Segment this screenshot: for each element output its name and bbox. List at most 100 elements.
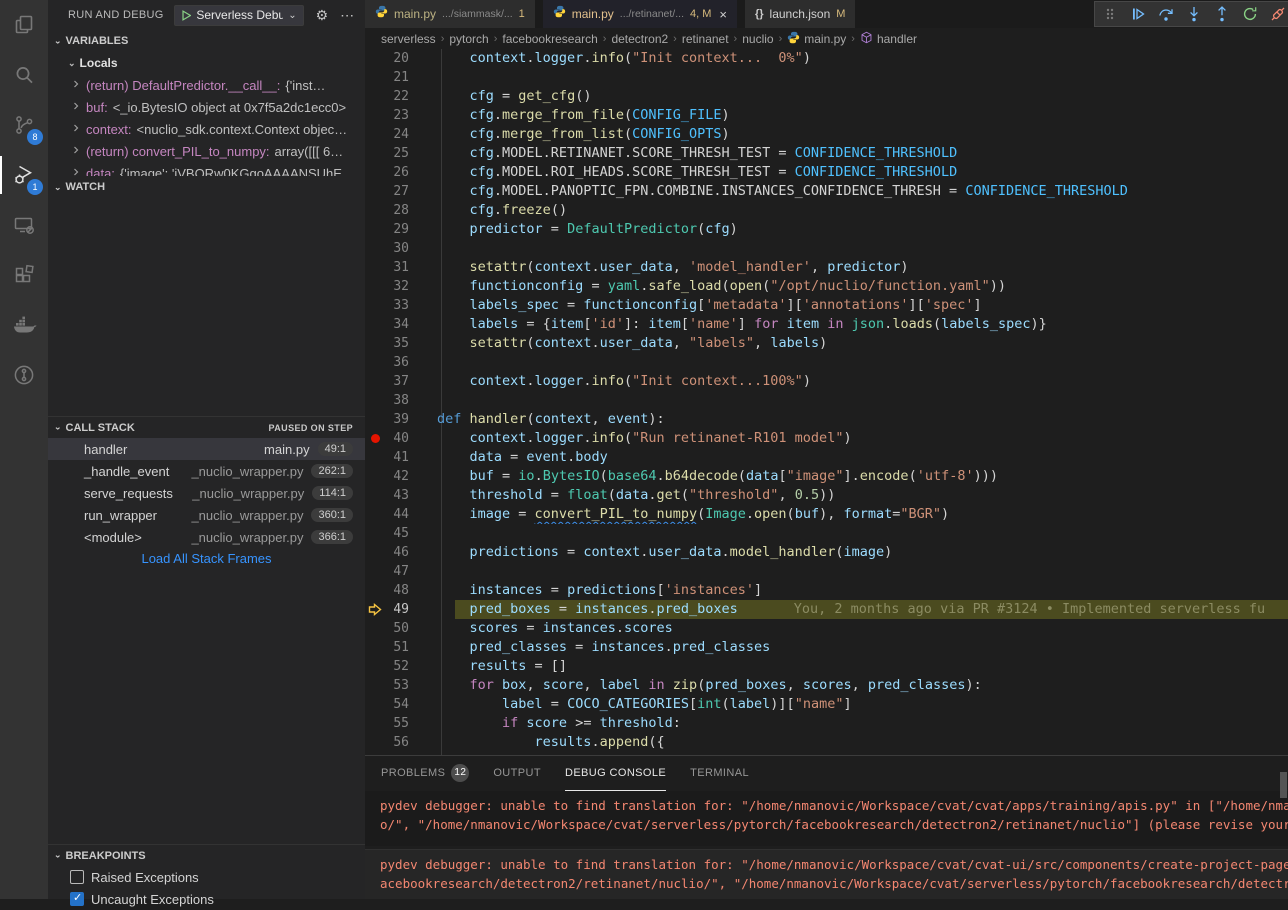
breakpoints-section-header[interactable]: ⌄ BREAKPOINTS xyxy=(48,844,365,866)
code-line[interactable]: 24 cfg.merge_from_list(CONFIG_OPTS) xyxy=(365,125,1288,144)
code-line[interactable]: 28 cfg.freeze() xyxy=(365,201,1288,220)
code-text[interactable] xyxy=(409,562,1288,581)
code-line[interactable]: 21 xyxy=(365,68,1288,87)
code-text[interactable]: image = convert_PIL_to_numpy(Image.open(… xyxy=(409,505,1288,524)
code-text[interactable]: label = COCO_CATEGORIES[int(label)]["nam… xyxy=(409,695,1288,714)
code-line[interactable]: 25 cfg.MODEL.RETINANET.SCORE_THRESH_TEST… xyxy=(365,144,1288,163)
breakpoint-gutter[interactable] xyxy=(365,638,385,657)
stack-frame-row[interactable]: serve_requests_nuclio_wrapper.py114:1 xyxy=(48,482,365,504)
step-into-button[interactable] xyxy=(1185,5,1203,23)
panel-tab-output[interactable]: OUTPUT xyxy=(493,756,541,791)
code-line[interactable]: 47 xyxy=(365,562,1288,581)
disconnect-button[interactable] xyxy=(1269,5,1287,23)
code-text[interactable]: cfg.MODEL.PANOPTIC_FPN.COMBINE.INSTANCES… xyxy=(409,182,1288,201)
continue-button[interactable] xyxy=(1129,5,1147,23)
code-line[interactable]: 23 cfg.merge_from_file(CONFIG_FILE) xyxy=(365,106,1288,125)
code-text[interactable]: setattr(context.user_data, "labels", lab… xyxy=(409,334,1288,353)
editor-tab[interactable]: {}launch.jsonM xyxy=(745,0,855,28)
breakpoint-gutter[interactable] xyxy=(365,562,385,581)
code-line[interactable]: 37 context.logger.info("Init context...1… xyxy=(365,372,1288,391)
code-line[interactable]: 26 cfg.MODEL.ROI_HEADS.SCORE_THRESH_TEST… xyxy=(365,163,1288,182)
code-line[interactable]: 56 results.append({ xyxy=(365,733,1288,752)
code-line[interactable]: 44 image = convert_PIL_to_numpy(Image.op… xyxy=(365,505,1288,524)
code-line[interactable]: 39def handler(context, event): xyxy=(365,410,1288,429)
code-line[interactable]: 36 xyxy=(365,353,1288,372)
code-line[interactable]: 52 results = [] xyxy=(365,657,1288,676)
breakpoint-gutter[interactable] xyxy=(365,391,385,410)
code-text[interactable]: cfg.freeze() xyxy=(409,201,1288,220)
breakpoint-gutter[interactable] xyxy=(365,49,385,68)
breadcrumb-item[interactable]: facebookresearch xyxy=(502,32,597,46)
code-line[interactable]: 51 pred_classes = instances.pred_classes xyxy=(365,638,1288,657)
code-text[interactable]: functionconfig = yaml.safe_load(open("/o… xyxy=(409,277,1288,296)
stack-frame-row[interactable]: <module>_nuclio_wrapper.py366:1 xyxy=(48,526,365,548)
search-icon[interactable] xyxy=(0,50,48,100)
variable-row[interactable]: (return) convert_PIL_to_numpy:array([[[ … xyxy=(48,140,365,162)
code-text[interactable]: threshold = float(data.get("threshold", … xyxy=(409,486,1288,505)
breadcrumb-item[interactable]: pytorch xyxy=(449,32,488,46)
code-line[interactable]: 30 xyxy=(365,239,1288,258)
code-line[interactable]: 38 xyxy=(365,391,1288,410)
code-line[interactable]: 31 setattr(context.user_data, 'model_han… xyxy=(365,258,1288,277)
breakpoint-gutter[interactable] xyxy=(365,695,385,714)
launch-config-dropdown[interactable]: Serverless Debu ⌄ xyxy=(174,5,304,26)
step-over-button[interactable] xyxy=(1157,5,1175,23)
code-text[interactable] xyxy=(409,239,1288,258)
code-text[interactable]: labels_spec = functionconfig['metadata']… xyxy=(409,296,1288,315)
scope-locals[interactable]: ⌄ Locals xyxy=(48,52,365,74)
breakpoint-checkbox[interactable] xyxy=(70,892,84,906)
panel-tab-debug-console[interactable]: DEBUG CONSOLE xyxy=(565,756,666,791)
code-text[interactable]: instances = predictions['instances'] xyxy=(409,581,1288,600)
breakpoint-gutter[interactable] xyxy=(365,125,385,144)
breadcrumb-item[interactable]: main.py xyxy=(787,31,846,47)
breakpoint-gutter[interactable] xyxy=(365,486,385,505)
breakpoint-gutter[interactable] xyxy=(365,315,385,334)
breadcrumb-item[interactable]: detectron2 xyxy=(611,32,668,46)
extensions-icon[interactable] xyxy=(0,250,48,300)
panel-tab-terminal[interactable]: TERMINAL xyxy=(690,756,749,791)
editor-tab[interactable]: main.py.../siammask/...1 xyxy=(365,0,535,28)
variable-row[interactable]: (return) DefaultPredictor.__call__:{'ins… xyxy=(48,74,365,96)
git-graph-icon[interactable] xyxy=(0,350,48,400)
breakpoint-gutter[interactable] xyxy=(365,296,385,315)
stack-frame-row[interactable]: handlermain.py49:1 xyxy=(48,438,365,460)
code-text[interactable]: results.append({ xyxy=(409,733,1288,752)
breadcrumb-item[interactable]: handler xyxy=(860,31,917,47)
code-line[interactable]: 20 context.logger.info("Init context... … xyxy=(365,49,1288,68)
code-line[interactable]: 42 buf = io.BytesIO(base64.b64decode(dat… xyxy=(365,467,1288,486)
code-text[interactable]: for box, score, label in zip(pred_boxes,… xyxy=(409,676,1288,695)
code-text[interactable]: def handler(context, event): xyxy=(409,410,1288,429)
source-control-icon[interactable]: 8 xyxy=(0,100,48,150)
code-line[interactable]: 54 label = COCO_CATEGORIES[int(label)]["… xyxy=(365,695,1288,714)
breakpoint-gutter[interactable] xyxy=(365,410,385,429)
code-text[interactable]: cfg.merge_from_file(CONFIG_FILE) xyxy=(409,106,1288,125)
panel-tab-problems[interactable]: PROBLEMS12 xyxy=(381,756,469,791)
breakpoint-gutter[interactable] xyxy=(365,714,385,733)
code-text[interactable]: buf = io.BytesIO(base64.b64decode(data["… xyxy=(409,467,1288,486)
step-out-button[interactable] xyxy=(1213,5,1231,23)
run-and-debug-icon[interactable]: 1 xyxy=(0,150,48,200)
breakpoint-gutter[interactable] xyxy=(365,467,385,486)
breakpoint-gutter[interactable] xyxy=(365,505,385,524)
code-text[interactable]: pred_classes = instances.pred_classes xyxy=(409,638,1288,657)
code-line[interactable]: 33 labels_spec = functionconfig['metadat… xyxy=(365,296,1288,315)
code-line[interactable]: 34 labels = {item['id']: item['name'] fo… xyxy=(365,315,1288,334)
breakpoint-gutter[interactable] xyxy=(365,258,385,277)
variable-row[interactable]: data:{'image': 'iVBORw0KGgoAAAANSUhE… xyxy=(48,162,365,176)
code-text[interactable]: results = [] xyxy=(409,657,1288,676)
gear-icon[interactable]: ⚙ xyxy=(316,7,329,24)
breakpoint-gutter[interactable] xyxy=(365,581,385,600)
load-all-stack-frames-link[interactable]: Load All Stack Frames xyxy=(48,548,365,570)
variable-row[interactable]: buf:<_io.BytesIO object at 0x7f5a2dc1ecc… xyxy=(48,96,365,118)
breakpoint-gutter[interactable] xyxy=(365,239,385,258)
code-line[interactable]: 29 predictor = DefaultPredictor(cfg) xyxy=(365,220,1288,239)
breakpoint-gutter[interactable] xyxy=(365,619,385,638)
close-icon[interactable]: × xyxy=(719,7,727,22)
breakpoint-gutter[interactable] xyxy=(365,144,385,163)
breakpoint-gutter[interactable] xyxy=(365,353,385,372)
breakpoint-gutter[interactable] xyxy=(365,87,385,106)
call-stack-section-header[interactable]: ⌄ CALL STACK PAUSED ON STEP xyxy=(48,416,365,438)
variables-section-header[interactable]: ⌄ VARIABLES xyxy=(48,30,365,52)
code-line[interactable]: 27 cfg.MODEL.PANOPTIC_FPN.COMBINE.INSTAN… xyxy=(365,182,1288,201)
code-text[interactable]: setattr(context.user_data, 'model_handle… xyxy=(409,258,1288,277)
